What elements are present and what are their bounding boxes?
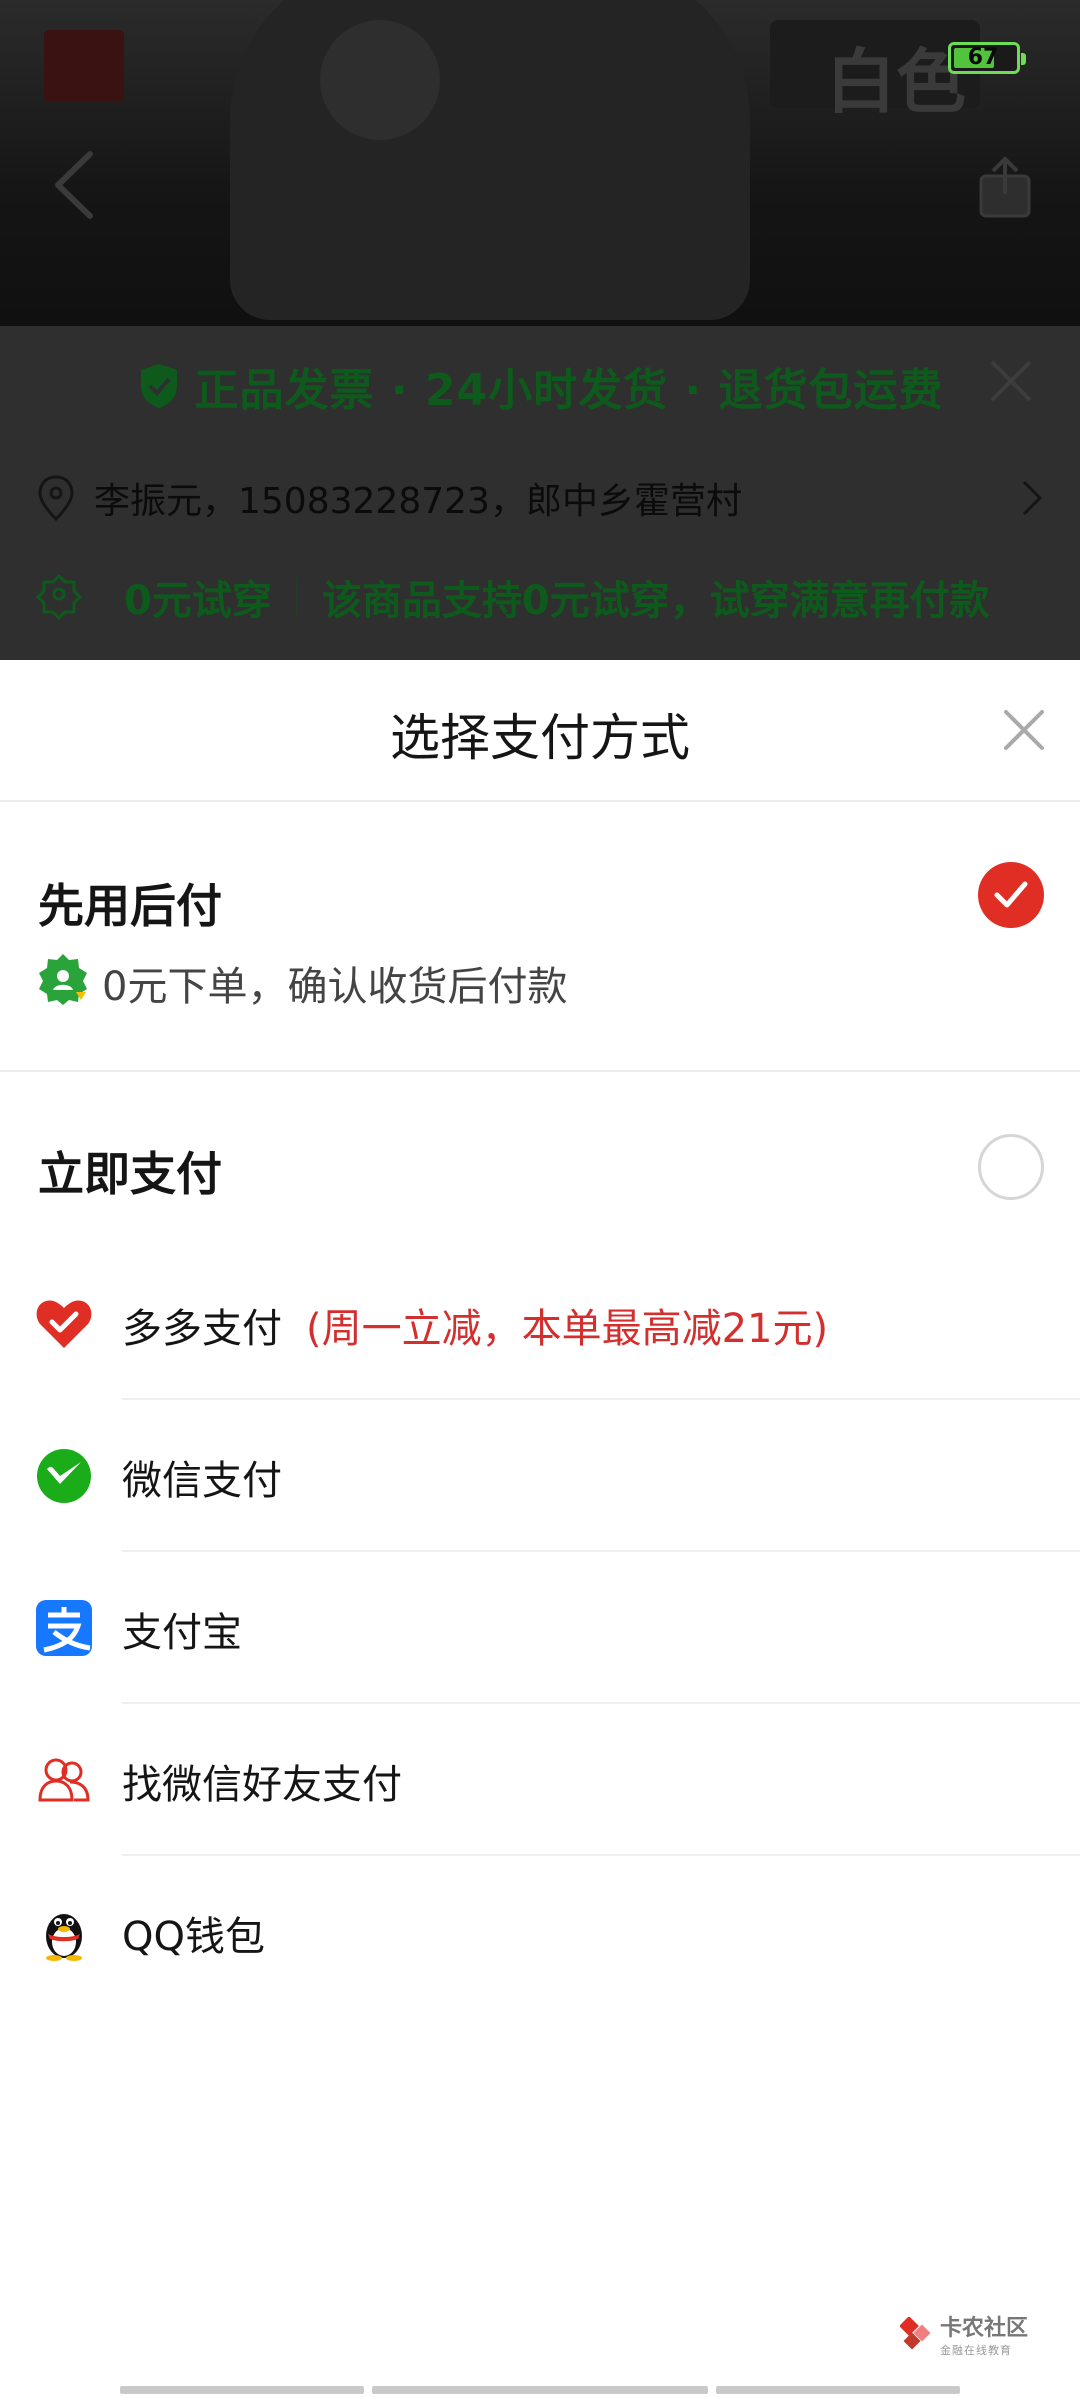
alipay-icon [36, 1600, 92, 1656]
pay-now-section[interactable]: 立即支付 [0, 1072, 1080, 1222]
free-trial-title: 0元试穿 [124, 578, 272, 624]
color-chip-label: 白色 [826, 41, 966, 123]
product-photo-detail [320, 20, 440, 140]
back-arrow-icon[interactable] [52, 150, 96, 220]
pay-method-label: 支付宝 [122, 1610, 242, 1656]
bottom-scroll-indicator [0, 2386, 1080, 2396]
pay-method-friend[interactable]: 找微信好友支付 [0, 1704, 1080, 1856]
chevron-right-icon [1022, 480, 1043, 516]
pay-now-title: 立即支付 [38, 1147, 222, 1201]
free-trial-row: 0元试穿 该商品支持0元试穿，试穿满意再付款 [36, 562, 1046, 632]
pay-method-label: 找微信好友支付 [122, 1762, 402, 1808]
pay-method-alipay[interactable]: 支付宝 [0, 1552, 1080, 1704]
pay-method-label: 多多支付 [122, 1306, 282, 1352]
divider [295, 577, 298, 617]
checkmark-icon [994, 881, 1028, 908]
product-image-area: 白色 67 [0, 0, 1080, 326]
pay-later-option[interactable]: 先用后付 0元下单，确认收货后付款 [0, 802, 1080, 1072]
battery-indicator: 67 [948, 42, 1026, 74]
product-photo [230, 0, 750, 320]
pay-method-wechat[interactable]: 微信支付 [0, 1400, 1080, 1552]
wechat-pay-icon [37, 1449, 91, 1503]
shield-check-icon [140, 364, 177, 408]
watermark-logo-icon [900, 2317, 931, 2350]
qq-wallet-icon [46, 1914, 82, 1961]
pay-method-label: QQ钱包 [122, 1914, 265, 1960]
indicator-segment [372, 2386, 708, 2394]
verified-badge-icon [39, 954, 87, 1005]
pay-later-desc: 0元下单，确认收货后付款 [102, 964, 568, 1010]
pay-method-duoduo[interactable]: 多多支付 (周一立减，本单最高减21元) [0, 1248, 1080, 1400]
watermark: 卡农社区 金融在线教育 [900, 2310, 1028, 2358]
watermark-text: 卡农社区 [940, 2316, 1029, 2341]
watermark-subtext: 金融在线教育 [940, 2344, 1012, 2357]
pay-later-title: 先用后付 [38, 879, 222, 933]
friend-pay-icon [38, 1758, 90, 1802]
payment-methods-list: 多多支付 (周一立减，本单最高减21元) 微信支付 支付宝 找微信好友支付 QQ… [0, 1248, 1080, 2008]
store-logo [44, 30, 124, 102]
close-icon[interactable] [1000, 706, 1048, 754]
pay-method-qq[interactable]: QQ钱包 [0, 1856, 1080, 2008]
address-row[interactable]: 李振元，15083228723，郎中乡霍营村 [36, 466, 1046, 530]
sheet-title: 选择支付方式 [390, 709, 690, 767]
duoduo-pay-icon [36, 1300, 92, 1348]
pay-method-label: 微信支付 [122, 1458, 282, 1504]
free-trial-desc: 该商品支持0元试穿，试穿满意再付款 [321, 578, 990, 624]
pay-now-radio[interactable] [978, 1134, 1044, 1200]
banner-close-icon[interactable] [988, 358, 1034, 404]
badge-icon [36, 574, 82, 620]
sheet-header: 选择支付方式 [0, 660, 1080, 802]
indicator-segment [716, 2386, 960, 2394]
pay-method-promo: (周一立减，本单最高减21元) [306, 1306, 829, 1352]
location-pin-icon [38, 475, 74, 522]
guarantee-banner: 正品发票 · 24小时发货 · 退货包运费 [0, 326, 1080, 446]
battery-level: 67 [967, 45, 999, 70]
address-text: 李振元，15083228723，郎中乡霍营村 [94, 481, 742, 522]
guarantee-text: 正品发票 · 24小时发货 · 退货包运费 [194, 365, 944, 416]
indicator-segment [120, 2386, 364, 2394]
pay-later-radio-checked[interactable] [978, 862, 1044, 928]
share-icon[interactable] [978, 156, 1032, 218]
